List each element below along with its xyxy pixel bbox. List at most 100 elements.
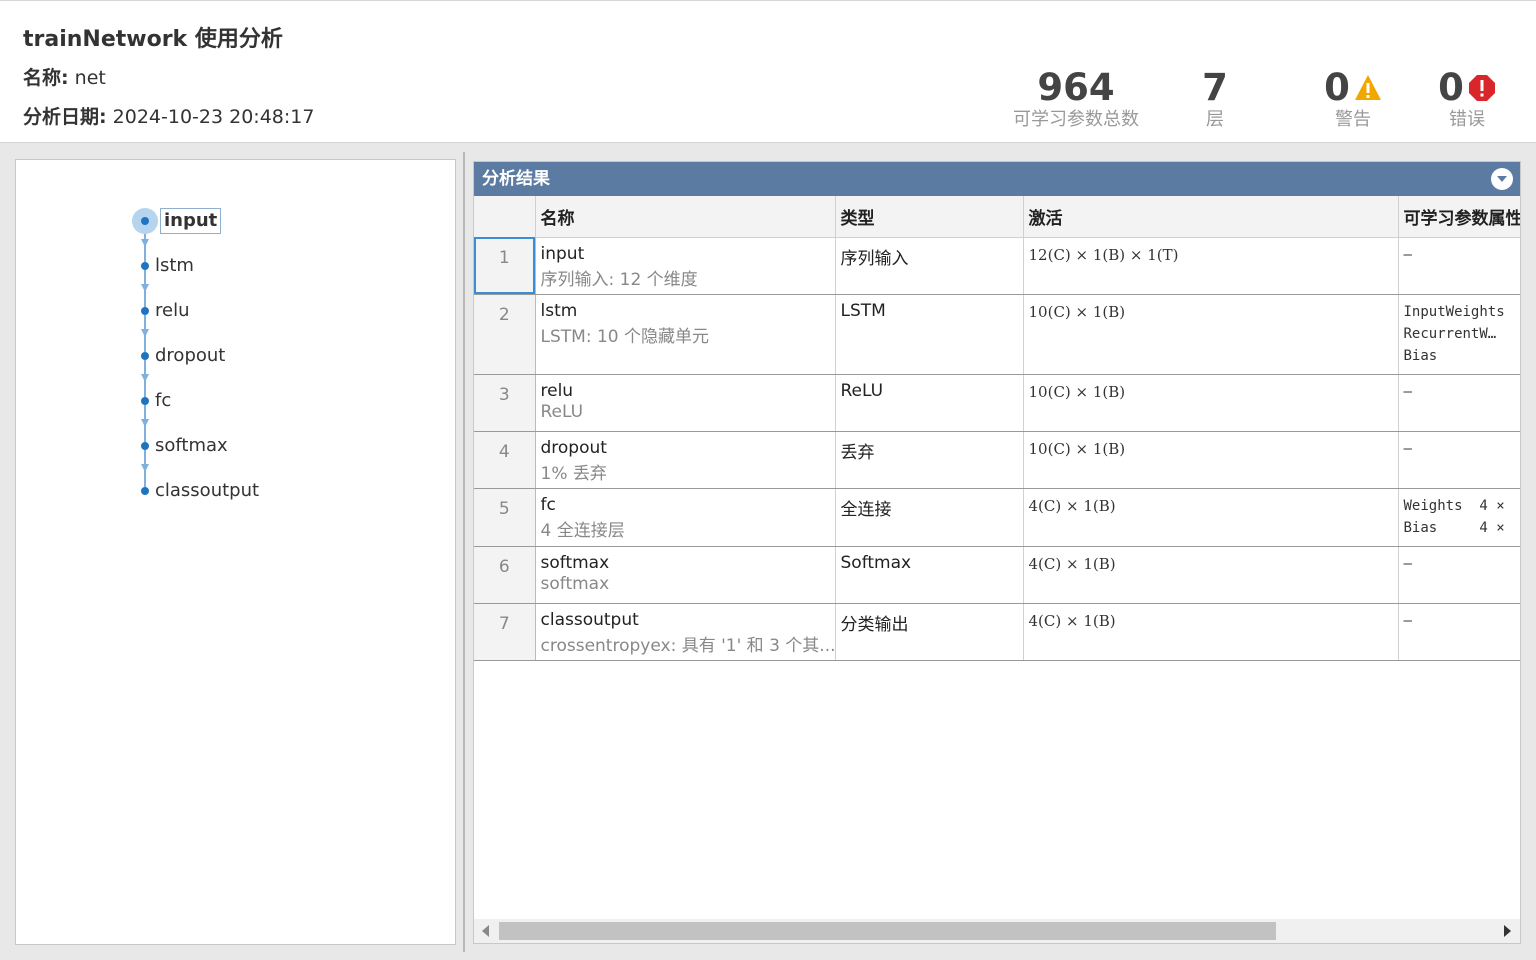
row-index[interactable]: 4 (474, 431, 536, 489)
column-header-learnables[interactable]: 可学习参数属性 (1398, 196, 1520, 238)
row-index[interactable]: 2 (474, 294, 536, 375)
network-graph-panel[interactable]: input lstm relu dropout fc softmax classoutput (15, 159, 456, 945)
network-name-label: 名称: (23, 67, 69, 89)
graph-node-label-relu[interactable]: relu (155, 300, 190, 322)
layer-learnables[interactable]: – (1398, 603, 1520, 661)
layer-name-cell[interactable]: fc 4 全连接层 (535, 488, 836, 547)
layer-learnables[interactable]: Weights 4 × Bias 4 × (1398, 488, 1520, 547)
graph-node-label-input[interactable]: input (160, 208, 222, 234)
row-index[interactable]: 1 (474, 237, 536, 295)
summary-header: trainNetwork 使用分析 名称: net 分析日期: 2024-10-… (0, 0, 1536, 143)
layer-type[interactable]: 分类输出 (835, 603, 1024, 661)
graph-node-relu[interactable] (141, 307, 149, 315)
layer-type[interactable]: ReLU (835, 374, 1024, 432)
graph-node-label-lstm[interactable]: lstm (155, 255, 194, 277)
layer-name: classoutput (540, 609, 639, 630)
layer-learnables[interactable]: – (1398, 374, 1520, 432)
warnings-label: 警告 (1335, 109, 1371, 130)
layer-activations[interactable]: 4(C) × 1(B) (1023, 488, 1399, 547)
graph-node-label-classoutput[interactable]: classoutput (155, 480, 259, 502)
graph-node-label-dropout[interactable]: dropout (155, 345, 225, 367)
layer-name-cell[interactable]: lstm LSTM: 10 个隐藏单元 (535, 294, 836, 375)
layer-activations[interactable]: 10(C) × 1(B) (1023, 374, 1399, 432)
layer-type[interactable]: LSTM (835, 294, 1024, 375)
table-row[interactable]: 3 relu ReLU ReLU 10(C) × 1(B) – (474, 374, 1520, 432)
layer-activations[interactable]: 4(C) × 1(B) (1023, 603, 1399, 661)
table-row[interactable]: 7 classoutput crossentropyex: 具有 '1' 和 3… (474, 603, 1520, 661)
horizontal-scrollbar[interactable] (474, 919, 1520, 943)
layer-activations[interactable]: 12(C) × 1(B) × 1(T) (1023, 237, 1399, 295)
table-row[interactable]: 1 input 序列输入: 12 个维度 序列输入 12(C) × 1(B) × … (474, 237, 1520, 295)
stat-errors[interactable]: 0 错误 (1426, 67, 1508, 131)
results-panel-title: 分析结果 (474, 162, 1520, 196)
layer-name: lstm (540, 300, 578, 321)
errors-count: 0 (1438, 66, 1464, 109)
graph-edge-arrow (141, 239, 149, 247)
layer-type[interactable]: 序列输入 (835, 237, 1024, 295)
layer-name: fc (540, 494, 556, 515)
layer-name-cell[interactable]: input 序列输入: 12 个维度 (535, 237, 836, 295)
table-row[interactable]: 5 fc 4 全连接层 全连接 4(C) × 1(B) Weights 4 × Bi… (474, 488, 1520, 547)
graph-node-dropout[interactable] (141, 352, 149, 360)
layer-description: ReLU (540, 401, 584, 422)
layer-description: LSTM: 10 个隐藏单元 (540, 326, 709, 347)
layer-activations[interactable]: 10(C) × 1(B) (1023, 431, 1399, 489)
graph-node-lstm[interactable] (141, 262, 149, 270)
analysis-date-value: 2024-10-23 20:48:17 (112, 106, 315, 128)
graph-node-input[interactable] (141, 217, 149, 225)
layer-type[interactable]: 丢弃 (835, 431, 1024, 489)
layer-name: input (540, 243, 585, 264)
graph-node-label-fc[interactable]: fc (155, 390, 171, 412)
panel-splitter[interactable] (463, 152, 465, 952)
learnables-label: 可学习参数总数 (1013, 109, 1139, 130)
analysis-date-label: 分析日期: (23, 106, 107, 128)
column-header-index[interactable] (474, 196, 536, 238)
layer-type[interactable]: Softmax (835, 546, 1024, 604)
row-index[interactable]: 6 (474, 546, 536, 604)
results-title-text: 分析结果 (482, 169, 550, 189)
layer-name-cell[interactable]: softmax softmax (535, 546, 836, 604)
graph-node-fc[interactable] (141, 397, 149, 405)
layer-learnables[interactable]: InputWeights RecurrentW… Bias (1398, 294, 1520, 375)
scrollbar-thumb[interactable] (499, 922, 1276, 940)
layer-name-cell[interactable]: dropout 1% 丢弃 (535, 431, 836, 489)
warning-icon (1354, 75, 1381, 100)
row-index[interactable]: 7 (474, 603, 536, 661)
layer-learnables[interactable]: – (1398, 431, 1520, 489)
table-row[interactable]: 2 lstm LSTM: 10 个隐藏单元 LSTM 10(C) × 1(B) In… (474, 294, 1520, 375)
layer-name-cell[interactable]: classoutput crossentropyex: 具有 '1' 和 3 个… (535, 603, 836, 661)
graph-node-classoutput[interactable] (141, 487, 149, 495)
table-row[interactable]: 6 softmax softmax Softmax 4(C) × 1(B) – (474, 546, 1520, 604)
table-row[interactable]: 4 dropout 1% 丢弃 丢弃 10(C) × 1(B) – (474, 431, 1520, 489)
network-graph (132, 208, 158, 495)
layer-type[interactable]: 全连接 (835, 488, 1024, 547)
graph-edge-arrow (141, 329, 149, 337)
layer-learnables[interactable]: – (1398, 546, 1520, 604)
page-title: trainNetwork 使用分析 (23, 27, 283, 52)
table-header-row: 名称 类型 激活 可学习参数属性 (474, 196, 1520, 238)
layer-description: crossentropyex: 具有 '1' 和 3 个其... (540, 635, 835, 656)
column-header-activations[interactable]: 激活 (1023, 196, 1399, 238)
column-header-type[interactable]: 类型 (835, 196, 1024, 238)
graph-edge-arrow (141, 464, 149, 472)
network-name: 名称: net (23, 63, 106, 90)
graph-node-softmax[interactable] (141, 442, 149, 450)
layer-name-cell[interactable]: relu ReLU (535, 374, 836, 432)
column-header-name[interactable]: 名称 (535, 196, 836, 238)
layer-description: 4 全连接层 (540, 520, 625, 541)
layer-learnables[interactable]: – (1398, 237, 1520, 295)
graph-node-label-softmax[interactable]: softmax (155, 435, 228, 457)
network-name-value: net (74, 67, 106, 89)
scroll-left-icon[interactable] (482, 925, 489, 937)
stat-warnings[interactable]: 0 警告 (1310, 67, 1396, 131)
layer-activations[interactable]: 10(C) × 1(B) (1023, 294, 1399, 375)
stat-learnables: 964 可学习参数总数 (1006, 67, 1146, 131)
row-index[interactable]: 3 (474, 374, 536, 432)
layer-description: 1% 丢弃 (540, 463, 607, 484)
layer-name: dropout (540, 437, 607, 458)
collapse-panel-icon[interactable] (1491, 168, 1513, 190)
scroll-right-icon[interactable] (1504, 925, 1511, 937)
layer-activations[interactable]: 4(C) × 1(B) (1023, 546, 1399, 604)
graph-edge-arrow (141, 419, 149, 427)
row-index[interactable]: 5 (474, 488, 536, 547)
